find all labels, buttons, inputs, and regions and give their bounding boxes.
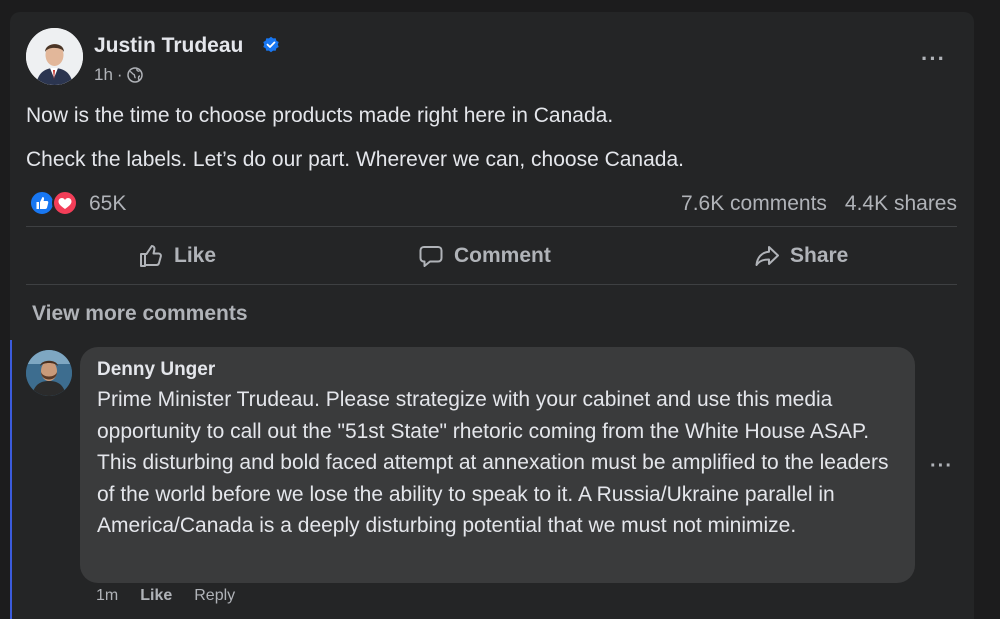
comments-count[interactable]: 7.6K comments xyxy=(681,192,827,216)
divider-bottom xyxy=(26,284,957,285)
author-name[interactable]: Justin Trudeau xyxy=(94,34,243,58)
globe-icon xyxy=(126,67,143,83)
divider-top xyxy=(26,226,957,227)
post-options-icon[interactable]: ··· xyxy=(921,46,946,72)
comment-options-icon[interactable]: ··· xyxy=(930,455,953,478)
commenter-avatar[interactable] xyxy=(26,350,72,396)
comment-reply-link[interactable]: Reply xyxy=(194,587,235,605)
commenter-name[interactable]: Denny Unger xyxy=(97,359,215,381)
comment-bubble-icon xyxy=(419,246,443,267)
comment-thread-line xyxy=(10,340,12,619)
like-button[interactable]: Like xyxy=(138,241,216,271)
comment-button[interactable]: Comment xyxy=(418,241,551,271)
like-reaction-icon xyxy=(29,190,55,216)
reaction-icons[interactable] xyxy=(29,190,83,216)
post-text-line-2: Check the labels. Let’s do our part. Whe… xyxy=(26,148,684,171)
share-arrow-icon xyxy=(755,246,779,266)
shares-count[interactable]: 4.4K shares xyxy=(845,192,957,216)
verified-badge-icon xyxy=(263,36,279,53)
share-label: Share xyxy=(790,244,849,267)
post-stats: 7.6K comments 4.4K shares xyxy=(681,192,957,216)
share-button[interactable]: Share xyxy=(754,241,848,271)
post-card: Justin Trudeau 1h · ··· Now is the time … xyxy=(10,12,974,619)
meta-separator: · xyxy=(116,65,123,84)
like-label: Like xyxy=(174,244,217,267)
comment-time[interactable]: 1m xyxy=(96,587,118,605)
comment-text: Prime Minister Trudeau. Please strategiz… xyxy=(97,388,889,538)
author-avatar[interactable] xyxy=(26,28,83,85)
post-time[interactable]: 1h xyxy=(94,65,113,85)
reactions-count[interactable]: 65K xyxy=(89,192,126,216)
comment-bubble: Denny Unger Prime Minister Trudeau. Plea… xyxy=(80,347,915,583)
love-reaction-icon xyxy=(52,190,78,216)
post-meta: 1h · xyxy=(94,65,143,85)
comment-actions: 1m Like Reply xyxy=(96,587,235,605)
post-text-line-1: Now is the time to choose products made … xyxy=(26,104,614,127)
view-more-comments-link[interactable]: View more comments xyxy=(32,302,248,326)
thumbs-up-icon xyxy=(140,245,162,267)
comment-label: Comment xyxy=(454,244,551,267)
comment-like-link[interactable]: Like xyxy=(140,587,172,605)
